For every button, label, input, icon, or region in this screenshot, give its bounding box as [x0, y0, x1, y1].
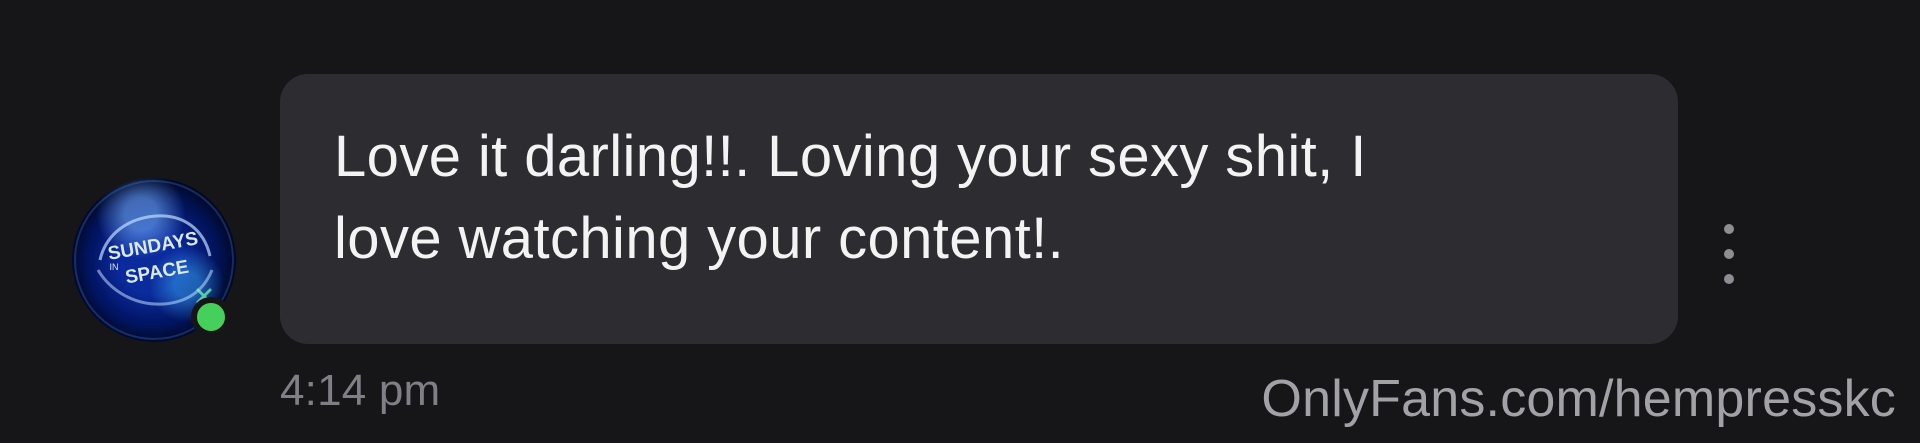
- avatar-text-small-in: IN: [110, 262, 119, 272]
- sender-avatar-wrapper[interactable]: SUNDAYS SPACE IN: [72, 178, 236, 342]
- online-status-indicator: [191, 297, 231, 337]
- more-options-button[interactable]: [1716, 224, 1742, 284]
- source-watermark: OnlyFans.com/hempresskc: [1261, 370, 1896, 428]
- message-timestamp: 4:14 pm: [280, 366, 441, 415]
- more-vertical-icon-middle-dot: [1724, 249, 1734, 259]
- more-vertical-icon: [1724, 224, 1734, 234]
- chat-message-screen: SUNDAYS SPACE IN Love it darling!!. Lovi…: [0, 0, 1920, 443]
- message-bubble[interactable]: Love it darling!!. Loving your sexy shit…: [280, 74, 1678, 344]
- more-vertical-icon-bottom-dot: [1724, 274, 1734, 284]
- message-text: Love it darling!!. Loving your sexy shit…: [334, 124, 1367, 271]
- avatar-text-line-2: SPACE: [124, 257, 191, 289]
